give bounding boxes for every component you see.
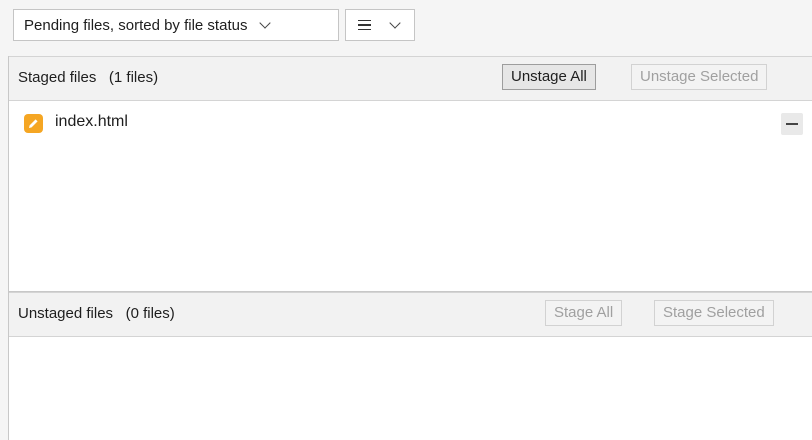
- unstaged-files-section: Unstaged files (0 files) Stage All Stage…: [8, 292, 812, 440]
- file-name: index.html: [55, 113, 128, 130]
- staged-files-section: Staged files (1 files) Unstage All Unsta…: [8, 56, 812, 292]
- unstaged-files-header: Unstaged files (0 files) Stage All Stage…: [9, 292, 812, 337]
- stage-selected-button[interactable]: Stage Selected: [654, 300, 774, 326]
- staged-files-title: Staged files (1 files): [18, 69, 159, 86]
- unstaged-files-list: [9, 337, 812, 440]
- source-control-panel: Pending files, sorted by file status Sta…: [0, 0, 812, 440]
- stage-all-button[interactable]: Stage All: [545, 300, 623, 326]
- modified-pencil-icon: [24, 114, 43, 133]
- minus-icon: [786, 123, 798, 125]
- list-item[interactable]: index.html: [9, 109, 812, 137]
- toolbar: Pending files, sorted by file status: [0, 0, 812, 48]
- list-lines-icon: [358, 19, 371, 31]
- chevron-down-icon: [389, 17, 401, 29]
- unstaged-files-title: Unstaged files (0 files): [18, 305, 175, 322]
- unstage-file-button[interactable]: [781, 113, 803, 135]
- unstage-all-button[interactable]: Unstage All: [502, 64, 596, 90]
- layout-options-button[interactable]: [345, 9, 415, 41]
- staged-files-list: index.html: [9, 101, 812, 291]
- chevron-down-icon: [259, 17, 272, 29]
- view-mode-label: Pending files, sorted by file status: [24, 16, 248, 34]
- staged-files-header: Staged files (1 files) Unstage All Unsta…: [9, 56, 812, 101]
- unstage-selected-button[interactable]: Unstage Selected: [631, 64, 768, 90]
- view-mode-dropdown[interactable]: Pending files, sorted by file status: [13, 9, 339, 41]
